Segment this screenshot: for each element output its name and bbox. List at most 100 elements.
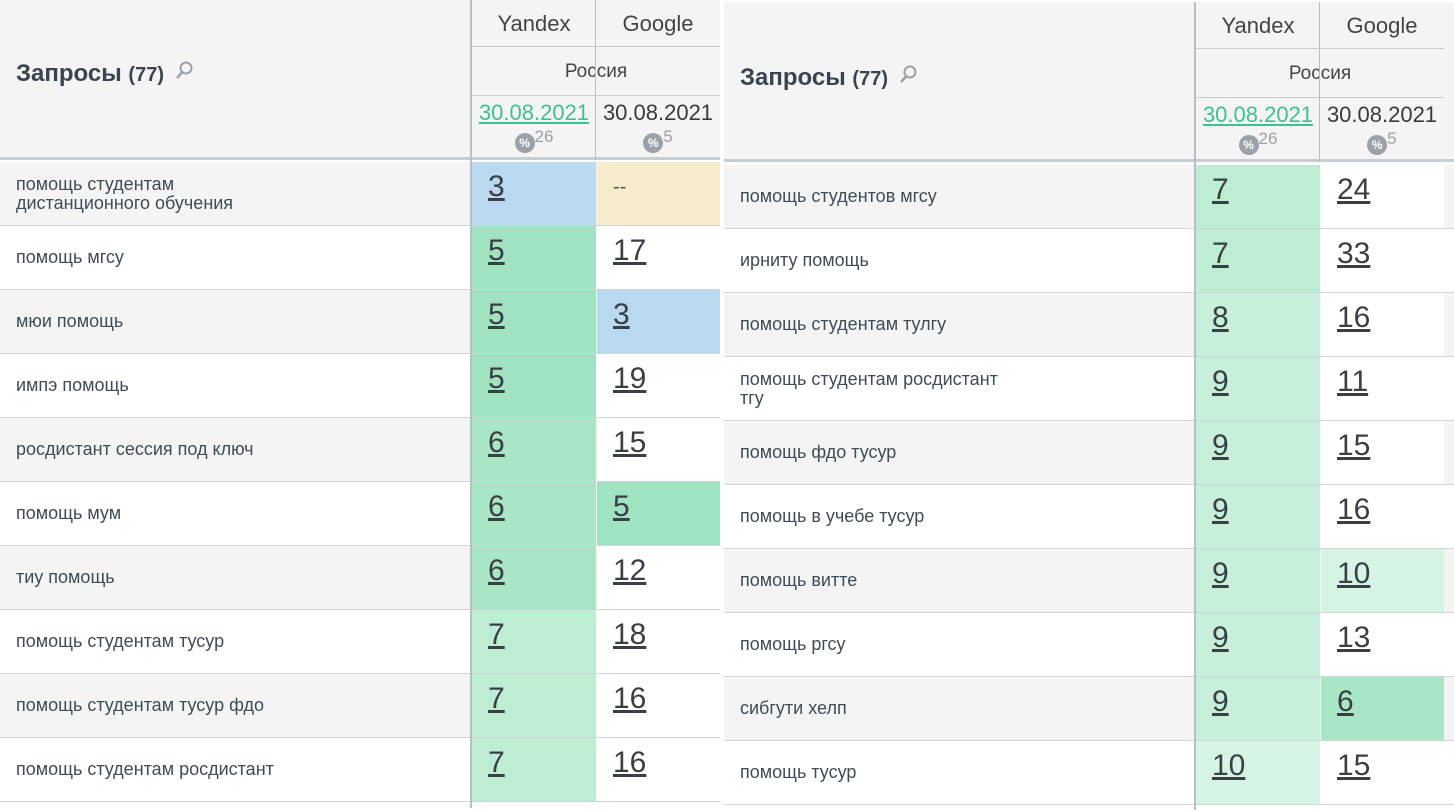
region-header: Россия [1196,50,1444,98]
date-link[interactable]: 30.08.2021 [479,100,589,125]
google-position-cell: 10 [1321,549,1444,612]
google-position-link[interactable]: 19 [613,362,646,396]
date-text: 30.08.2021 [602,100,714,125]
yandex-position-link[interactable]: 5 [488,362,505,396]
google-position-link[interactable]: 15 [1337,749,1370,783]
google-position-link[interactable]: 3 [613,298,630,332]
yandex-position-cell: 9 [1196,421,1320,484]
google-position-link[interactable]: 13 [1337,621,1370,655]
google-position-cell: 16 [1321,485,1444,548]
engine-google-header: Google [1320,2,1444,49]
google-position-link[interactable]: 24 [1337,173,1370,207]
yandex-position-link[interactable]: 5 [488,234,505,268]
engine-google-header: Google [596,0,720,47]
yandex-position-cell: 5 [472,226,596,289]
yandex-position-link[interactable]: 9 [1212,557,1229,591]
table-row: помощь студентам дистанционного обучения… [0,162,720,226]
keyword-cell: тиу помощь [16,567,115,587]
search-icon[interactable] [899,64,917,86]
search-icon[interactable] [175,60,193,82]
keyword-cell: помощь витте [740,570,858,590]
yandex-position-cell: 9 [1196,677,1320,740]
divider [595,0,596,160]
percent-icon[interactable]: % [1367,135,1388,156]
google-position-link[interactable]: 6 [1337,685,1354,719]
google-position-cell: 3 [597,290,720,353]
yandex-position-link[interactable]: 7 [488,746,505,780]
table-row: помощь ргсу 9 13 [724,613,1454,677]
yandex-position-link[interactable]: 7 [488,618,505,652]
yandex-position-cell: 9 [1196,613,1320,676]
google-position-cell: 19 [597,354,720,417]
google-position-link[interactable]: 10 [1337,557,1370,591]
keyword-cell: мюи помощь [16,311,124,331]
google-position-link[interactable]: 16 [613,682,646,716]
percent-icon[interactable]: % [643,133,664,154]
yandex-position-link[interactable]: 6 [488,554,505,588]
keyword-cell: помощь студентам росдистант тгу [740,368,998,408]
date-link[interactable]: 30.08.2021 [1203,102,1313,127]
date-yandex-header: 30.08.2021 % 26 [472,97,596,157]
google-position-link[interactable]: 12 [613,554,646,588]
queries-title: Запросы [16,60,122,87]
yandex-position-link[interactable]: 6 [488,490,505,524]
divider [1194,2,1196,162]
table-row: помощь студентам тулгу 8 16 [724,293,1454,357]
yandex-position-link[interactable]: 10 [1212,749,1245,783]
yandex-position-cell: 6 [472,418,596,481]
yandex-position-link[interactable]: 9 [1212,365,1229,399]
google-position-cell: 15 [1321,741,1444,804]
google-position-link[interactable]: 15 [1337,429,1370,463]
yandex-position-cell: 7 [472,738,596,801]
google-position-link[interactable]: 16 [613,746,646,780]
keyword-cell: помощь фдо тусур [740,442,897,462]
google-position-cell: 16 [597,738,720,801]
yandex-position-link[interactable]: 5 [488,298,505,332]
table-row: помощь мум 6 5 [0,482,720,546]
yandex-position-link[interactable]: 9 [1212,429,1229,463]
table-row: мюи помощь 5 3 [0,290,720,354]
yandex-position-link[interactable]: 8 [1212,301,1229,335]
table-row: помощь фдо тусур 9 15 [724,421,1454,485]
table-row: помощь студентам росдистант тгу 9 11 [724,357,1454,421]
queries-header: Запросы (77) [740,64,917,92]
google-position-link[interactable]: 17 [613,234,646,268]
yandex-position-cell: 3 [472,162,596,225]
keyword-cell: помощь студентам росдистант [16,759,274,779]
date-google-header: 30.08.2021 % 5 [1320,99,1444,159]
table-row: помощь студентам тусур фдо 7 16 [0,674,720,738]
percent-icon[interactable]: % [514,133,535,154]
yandex-position-link[interactable]: 9 [1212,621,1229,655]
yandex-position-link[interactable]: 7 [488,682,505,716]
yandex-position-cell: 6 [472,546,596,609]
yandex-position-cell: 9 [1196,357,1320,420]
percent-icon[interactable]: % [1238,135,1259,156]
google-position-cell: 16 [1321,293,1444,356]
google-position-link[interactable]: 33 [1337,237,1370,271]
yandex-position-link[interactable]: 7 [1212,237,1229,271]
google-position-cell: 16 [597,674,720,737]
google-position-cell: 15 [1321,421,1444,484]
google-position-link[interactable]: 11 [1337,365,1368,399]
left-table-panel: Запросы (77) Yandex Google Россия 30.08.… [0,0,720,808]
google-position-cell: 15 [597,418,720,481]
google-position-cell: 18 [597,610,720,673]
google-position-link[interactable]: 16 [1337,301,1370,335]
yandex-position-link[interactable]: 3 [488,170,505,204]
google-position-link[interactable]: 18 [613,618,646,652]
google-position-link[interactable]: 15 [613,426,646,460]
keyword-cell: помощь студентов мгсу [740,186,937,206]
yandex-position-cell: 7 [472,674,596,737]
google-position-cell: 5 [597,482,720,545]
yandex-position-link[interactable]: 7 [1212,173,1229,207]
google-position-link[interactable]: 5 [613,490,630,524]
table-row: импэ помощь 5 19 [0,354,720,418]
google-position-link[interactable]: 16 [1337,493,1370,527]
yandex-position-link[interactable]: 6 [488,426,505,460]
google-position-empty: -- [613,176,627,198]
date-text: 30.08.2021 [1326,102,1438,127]
yandex-position-link[interactable]: 9 [1212,685,1229,719]
divider [470,160,472,808]
yandex-position-link[interactable]: 9 [1212,493,1229,527]
keyword-cell: помощь тусур [740,762,857,782]
